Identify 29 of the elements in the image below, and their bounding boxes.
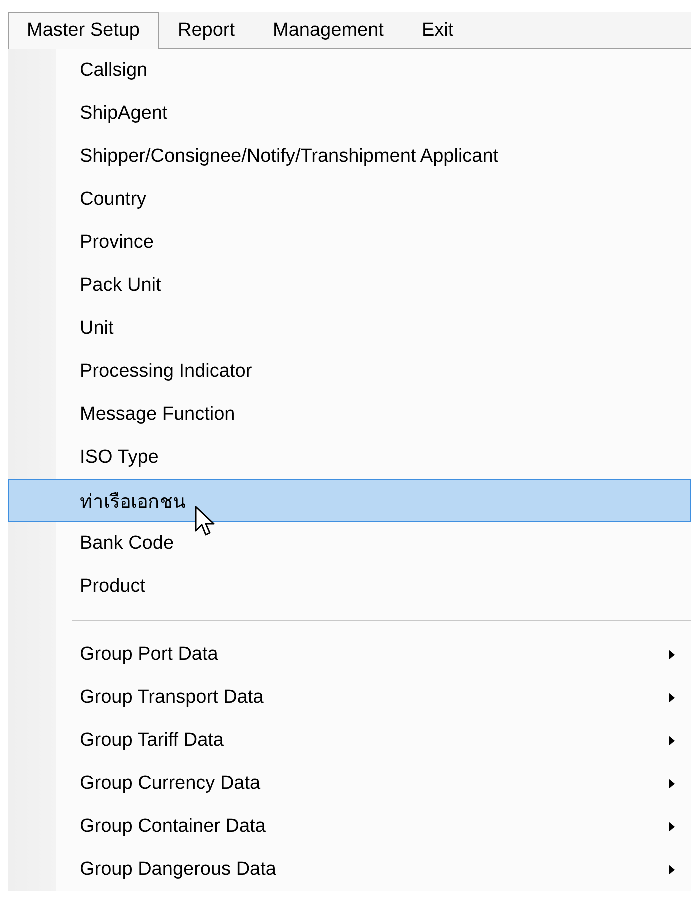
menu-tab[interactable]: Management	[254, 12, 403, 48]
menu-item[interactable]: Group Dangerous Data	[8, 848, 691, 891]
menu-item[interactable]: Group Port Data	[8, 633, 691, 676]
menu-item[interactable]: Unit	[8, 307, 691, 350]
submenu-arrow-icon	[668, 734, 676, 746]
menu-item[interactable]: ISO Type	[8, 436, 691, 479]
menu-item[interactable]: Message Function	[8, 393, 691, 436]
menu-item[interactable]: Country	[8, 178, 691, 221]
menu-item[interactable]: Group Tariff Data	[8, 719, 691, 762]
menu-item[interactable]: ShipAgent	[8, 92, 691, 135]
menu-item[interactable]: Bank Code	[8, 522, 691, 565]
menu-item[interactable]: ท่าเรือเอกชน	[8, 479, 691, 522]
menu-item[interactable]: Group Container Data	[8, 805, 691, 848]
menu-item[interactable]: Group Transport Data	[8, 676, 691, 719]
submenu-arrow-icon	[668, 778, 676, 790]
menu-tab[interactable]: Master Setup	[8, 12, 159, 49]
menu-item[interactable]: Product	[8, 565, 691, 608]
submenu-arrow-icon	[668, 820, 676, 832]
menu-item[interactable]: Callsign	[8, 49, 691, 92]
submenu-arrow-icon	[668, 648, 676, 660]
menu-tab[interactable]: Exit	[402, 12, 473, 48]
menu-item[interactable]: Group Currency Data	[8, 762, 691, 805]
menu-item[interactable]: Processing Indicator	[8, 350, 691, 393]
menu-item[interactable]: Shipper/Consignee/Notify/Transhipment Applicant	[8, 135, 691, 178]
menu-item[interactable]: Province	[8, 221, 691, 264]
submenu-arrow-icon	[668, 864, 676, 876]
submenu-arrow-icon	[668, 692, 676, 704]
menu-tab[interactable]: Report	[159, 12, 254, 48]
menu-item[interactable]: Pack Unit	[8, 264, 691, 307]
